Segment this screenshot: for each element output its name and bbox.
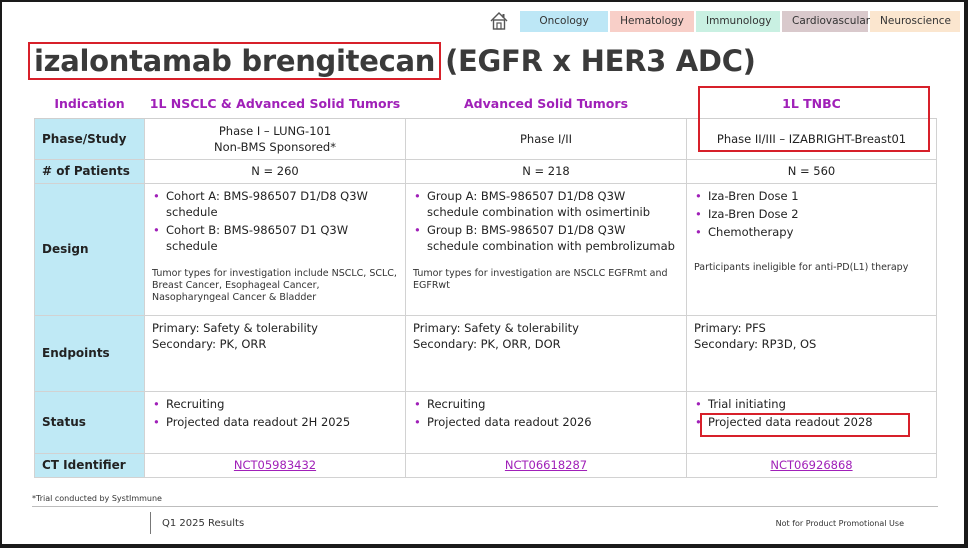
list-item: Chemotherapy	[694, 224, 929, 240]
design-note-col1: Tumor types for investigation include NS…	[152, 267, 397, 303]
nav-tab-neuroscience[interactable]: Neuroscience	[870, 10, 960, 32]
endpoint-primary: Primary: Safety & tolerability	[413, 320, 579, 335]
cell-design-col1: Cohort A: BMS-986507 D1/D8 Q3W schedule …	[144, 182, 406, 316]
nav-tab-cardiovascular[interactable]: Cardiovascular	[782, 10, 870, 32]
list-item: Recruiting	[152, 396, 398, 412]
ct-link-col3[interactable]: NCT06926868	[770, 458, 852, 472]
list-item: Projected data readout 2H 2025	[152, 414, 398, 430]
table-row-ct-identifier: CT Identifier NCT05983432 NCT06618287 NC…	[34, 452, 937, 478]
nav-tab-immunology[interactable]: Immunology	[696, 10, 780, 32]
list-item: Projected data readout 2026	[413, 414, 679, 430]
list-item: Cohort B: BMS-986507 D1 Q3W schedule	[152, 222, 398, 254]
footer-bar	[150, 512, 151, 534]
row-label-phase: Phase/Study	[34, 117, 145, 160]
table-row-design: Design Cohort A: BMS-986507 D1/D8 Q3W sc…	[34, 182, 937, 316]
table-row-patients: # of Patients N = 260 N = 218 N = 560	[34, 158, 937, 184]
cell-endpoints-col3: Primary: PFS Secondary: RP3D, OS	[686, 314, 937, 392]
cell-ct-col2: NCT06618287	[405, 452, 687, 478]
home-icon[interactable]	[488, 10, 510, 32]
header-col1: 1L NSCLC & Advanced Solid Tumors	[144, 90, 406, 119]
list-item: Trial initiating	[694, 396, 929, 412]
title-drug-name: izalontamab brengitecan	[28, 42, 442, 80]
slide: Oncology Hematology Immunology Cardiovas…	[2, 2, 964, 544]
list-item: Iza-Bren Dose 1	[694, 188, 929, 204]
title-target: (EGFR x HER3 ADC)	[445, 44, 756, 78]
endpoint-primary: Primary: Safety & tolerability	[152, 320, 318, 335]
endpoint-secondary: Secondary: PK, ORR, DOR	[413, 336, 561, 351]
highlight-box-readout-2028	[700, 413, 910, 437]
table-row-endpoints: Endpoints Primary: Safety & tolerability…	[34, 314, 937, 392]
top-navigation: Oncology Hematology Immunology Cardiovas…	[488, 10, 960, 32]
design-note-col3: Participants ineligible for anti-PD(L1) …	[694, 261, 909, 273]
footnote: *Trial conducted by SystImmune	[32, 494, 162, 503]
cell-design-col3: Iza-Bren Dose 1 Iza-Bren Dose 2 Chemothe…	[686, 182, 937, 316]
nav-tab-hematology[interactable]: Hematology	[610, 10, 694, 32]
endpoint-primary: Primary: PFS	[694, 320, 766, 335]
footer-disclaimer: Not for Product Promotional Use	[775, 519, 904, 528]
cell-design-col2: Group A: BMS-986507 D1/D8 Q3W schedule c…	[405, 182, 687, 316]
cell-ct-col3: NCT06926868	[686, 452, 937, 478]
cell-status-col2: Recruiting Projected data readout 2026	[405, 390, 687, 454]
highlight-box-tnbc	[698, 86, 930, 152]
cell-phase-col2: Phase I/II	[405, 117, 687, 160]
phase-col1-line1: Phase I – LUNG-101	[218, 123, 332, 138]
endpoint-secondary: Secondary: RP3D, OS	[694, 336, 817, 351]
row-label-patients: # of Patients	[34, 158, 145, 184]
list-item: Cohort A: BMS-986507 D1/D8 Q3W schedule	[152, 188, 398, 220]
row-label-status: Status	[34, 390, 145, 454]
nav-tab-oncology[interactable]: Oncology	[520, 10, 608, 32]
ct-link-col1[interactable]: NCT05983432	[234, 458, 316, 472]
list-item: Recruiting	[413, 396, 679, 412]
endpoint-secondary: Secondary: PK, ORR	[152, 336, 267, 351]
row-label-design: Design	[34, 182, 145, 316]
footer-divider	[32, 506, 938, 507]
design-note-col2: Tumor types for investigation are NSCLC …	[413, 267, 668, 291]
row-label-endpoints: Endpoints	[34, 314, 145, 392]
footer-results-label: Q1 2025 Results	[162, 518, 245, 529]
page-title: izalontamab brengitecan (EGFR x HER3 ADC)	[26, 42, 756, 80]
cell-phase-col1: Phase I – LUNG-101 Non-BMS Sponsored*	[144, 117, 406, 160]
header-col2: Advanced Solid Tumors	[405, 90, 687, 119]
cell-patients-col3: N = 560	[686, 158, 937, 184]
header-indication: Indication	[34, 90, 145, 119]
cell-ct-col1: NCT05983432	[144, 452, 406, 478]
cell-patients-col1: N = 260	[144, 158, 406, 184]
ct-link-col2[interactable]: NCT06618287	[505, 458, 587, 472]
phase-col1-line2: Non-BMS Sponsored*	[214, 139, 336, 154]
list-item: Group B: BMS-986507 D1/D8 Q3W schedule c…	[413, 222, 679, 254]
cell-status-col1: Recruiting Projected data readout 2H 202…	[144, 390, 406, 454]
row-label-ct: CT Identifier	[34, 452, 145, 478]
list-item: Iza-Bren Dose 2	[694, 206, 929, 222]
cell-patients-col2: N = 218	[405, 158, 687, 184]
list-item: Group A: BMS-986507 D1/D8 Q3W schedule c…	[413, 188, 679, 220]
cell-endpoints-col2: Primary: Safety & tolerability Secondary…	[405, 314, 687, 392]
cell-endpoints-col1: Primary: Safety & tolerability Secondary…	[144, 314, 406, 392]
